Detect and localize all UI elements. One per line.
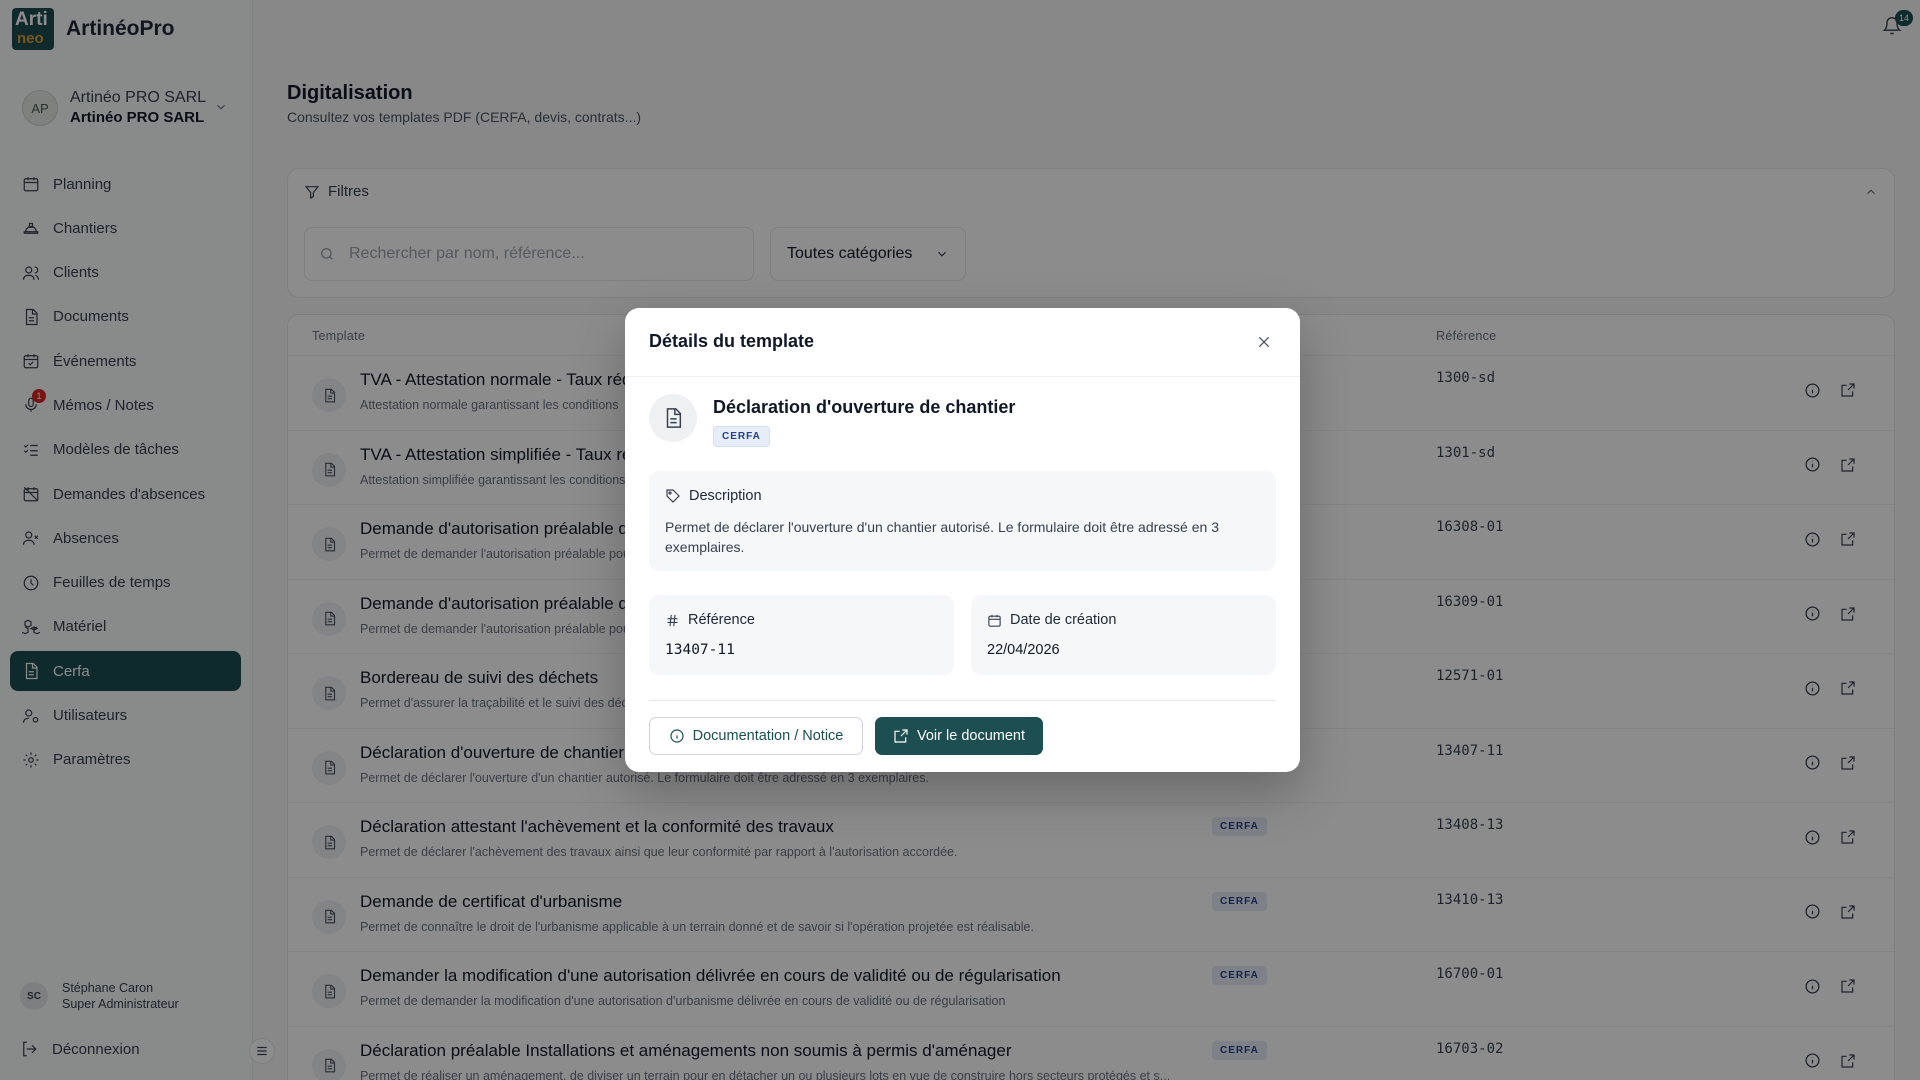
calendar-icon xyxy=(988,614,1001,627)
hash-icon xyxy=(667,614,678,626)
external-link-icon xyxy=(894,729,908,743)
creation-date-section: Date de création 22/04/2026 xyxy=(971,595,1276,675)
info-icon xyxy=(670,729,684,743)
documentation-button[interactable]: Documentation / Notice xyxy=(649,717,863,755)
modal-title: Détails du template xyxy=(649,331,815,351)
description-label: Description xyxy=(689,488,762,504)
creation-date-label: Date de création xyxy=(1010,612,1117,628)
tag-icon xyxy=(666,489,680,503)
view-document-button[interactable]: Voir le document xyxy=(875,717,1043,755)
reference-section: Référence 13407-11 xyxy=(649,595,954,675)
description-text: Permet de déclarer l'ouverture d'un chan… xyxy=(665,519,1219,555)
documentation-button-label: Documentation / Notice xyxy=(692,728,844,744)
reference-value: 13407-11 xyxy=(665,642,735,658)
document-title: Déclaration d'ouverture de chantier xyxy=(713,397,1016,417)
divider xyxy=(649,700,1276,701)
close-button[interactable] xyxy=(1252,330,1276,354)
close-icon xyxy=(1258,336,1270,348)
document-icon-wrapper xyxy=(649,394,697,442)
template-details-modal: Détails du template Déclaration d'ouvert… xyxy=(625,308,1300,772)
description-section: Description Permet de déclarer l'ouvertu… xyxy=(649,471,1276,571)
view-document-button-label: Voir le document xyxy=(916,728,1025,744)
file-text-icon xyxy=(666,408,682,428)
reference-label: Référence xyxy=(688,612,755,628)
category-badge: CERFA xyxy=(713,426,770,447)
creation-date-value: 22/04/2026 xyxy=(987,642,1060,658)
